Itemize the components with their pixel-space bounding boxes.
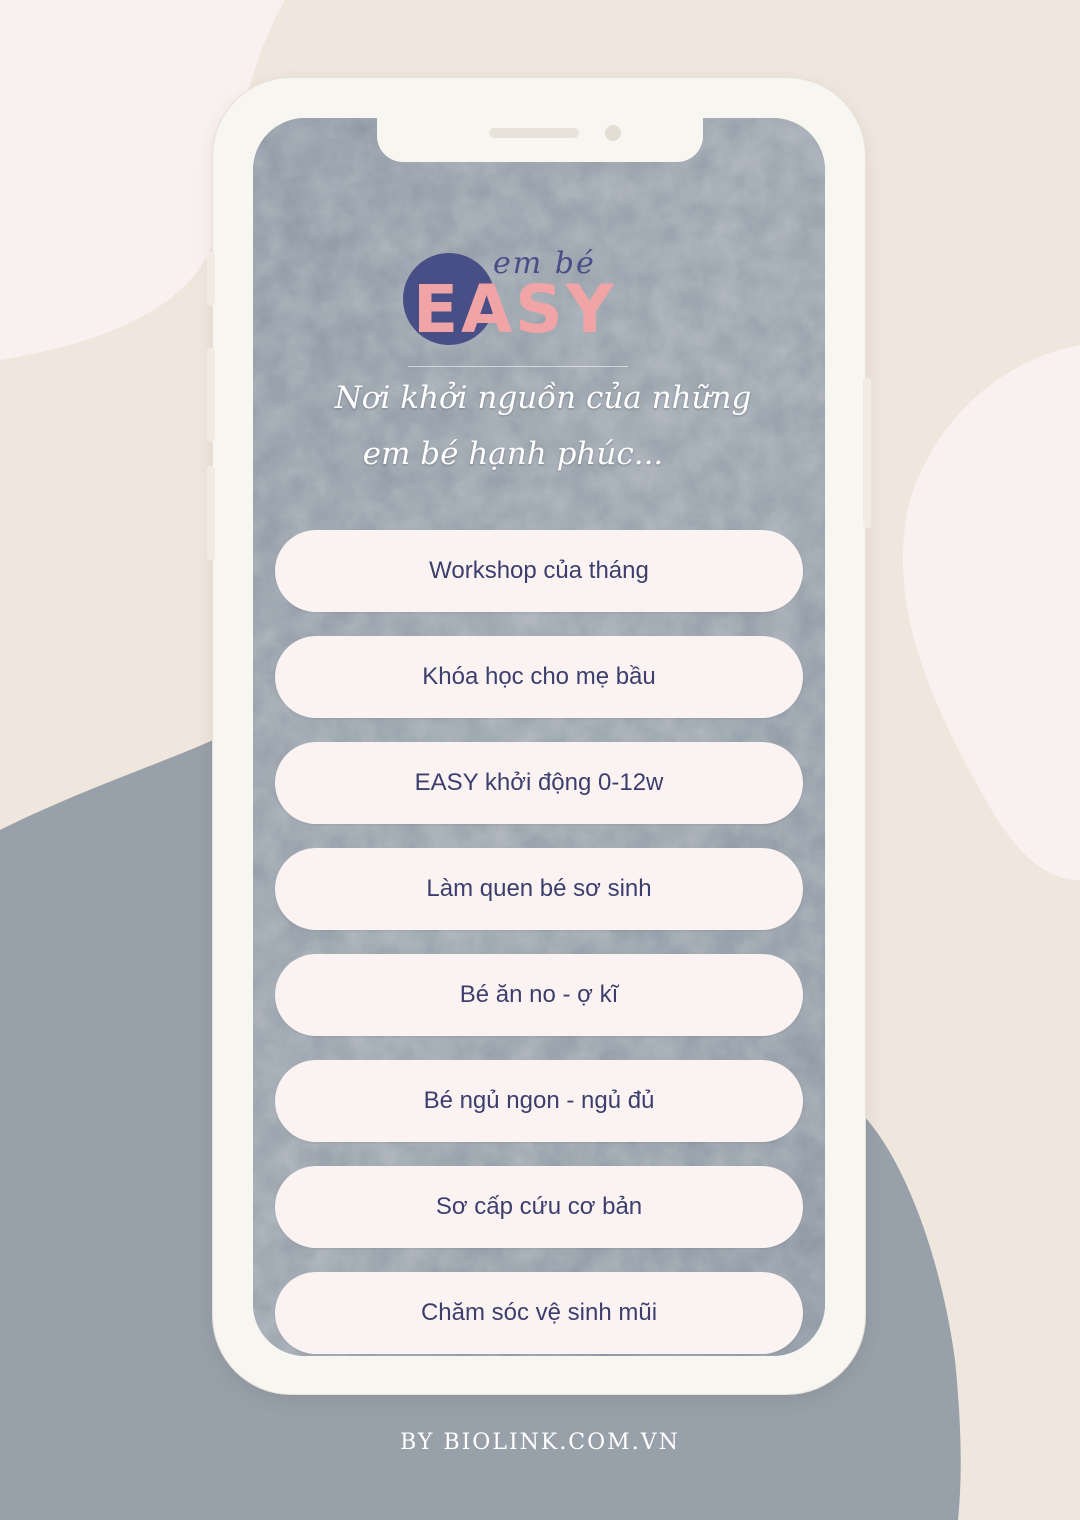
link-button-nasal-care[interactable]: Chăm sóc vệ sinh mũi (275, 1272, 803, 1354)
brand-logo: em bé EASY (403, 246, 643, 358)
tagline-line-1: Nơi khởi nguồn của những (334, 380, 752, 416)
speaker-grille (489, 128, 579, 138)
link-button-easy-start[interactable]: EASY khởi động 0-12w (275, 742, 803, 824)
link-button-feeding-burping[interactable]: Bé ăn no - ợ kĩ (275, 954, 803, 1036)
footer-credit: BY BIOLINK.COM.VN (400, 1430, 680, 1455)
link-list: Workshop của tháng Khóa học cho mẹ bầu E… (275, 530, 803, 1356)
tagline-line-2: em bé hạnh phúc... (362, 436, 664, 472)
phone-side-button-volume-up (207, 348, 215, 442)
phone-side-button-volume-down (207, 466, 215, 560)
light-blob-right (902, 345, 1080, 880)
phone-frame: em bé EASY Nơi khởi nguồn của những em b… (207, 78, 871, 1394)
front-camera (605, 125, 621, 141)
phone-side-button-power (863, 378, 871, 528)
tagline: Nơi khởi nguồn của những em bé hạnh phúc… (313, 370, 783, 482)
logo-divider (408, 366, 628, 367)
logo-title: EASY (413, 271, 617, 348)
phone-screen: em bé EASY Nơi khởi nguồn của những em b… (253, 118, 825, 1356)
link-button-first-aid[interactable]: Sơ cấp cứu cơ bản (275, 1166, 803, 1248)
link-button-sleep[interactable]: Bé ngủ ngon - ngủ đủ (275, 1060, 803, 1142)
link-button-newborn-intro[interactable]: Làm quen bé sơ sinh (275, 848, 803, 930)
phone-side-button-mute (207, 252, 215, 306)
link-button-workshop[interactable]: Workshop của tháng (275, 530, 803, 612)
phone-notch (377, 118, 703, 162)
link-button-pregnancy-course[interactable]: Khóa học cho mẹ bầu (275, 636, 803, 718)
